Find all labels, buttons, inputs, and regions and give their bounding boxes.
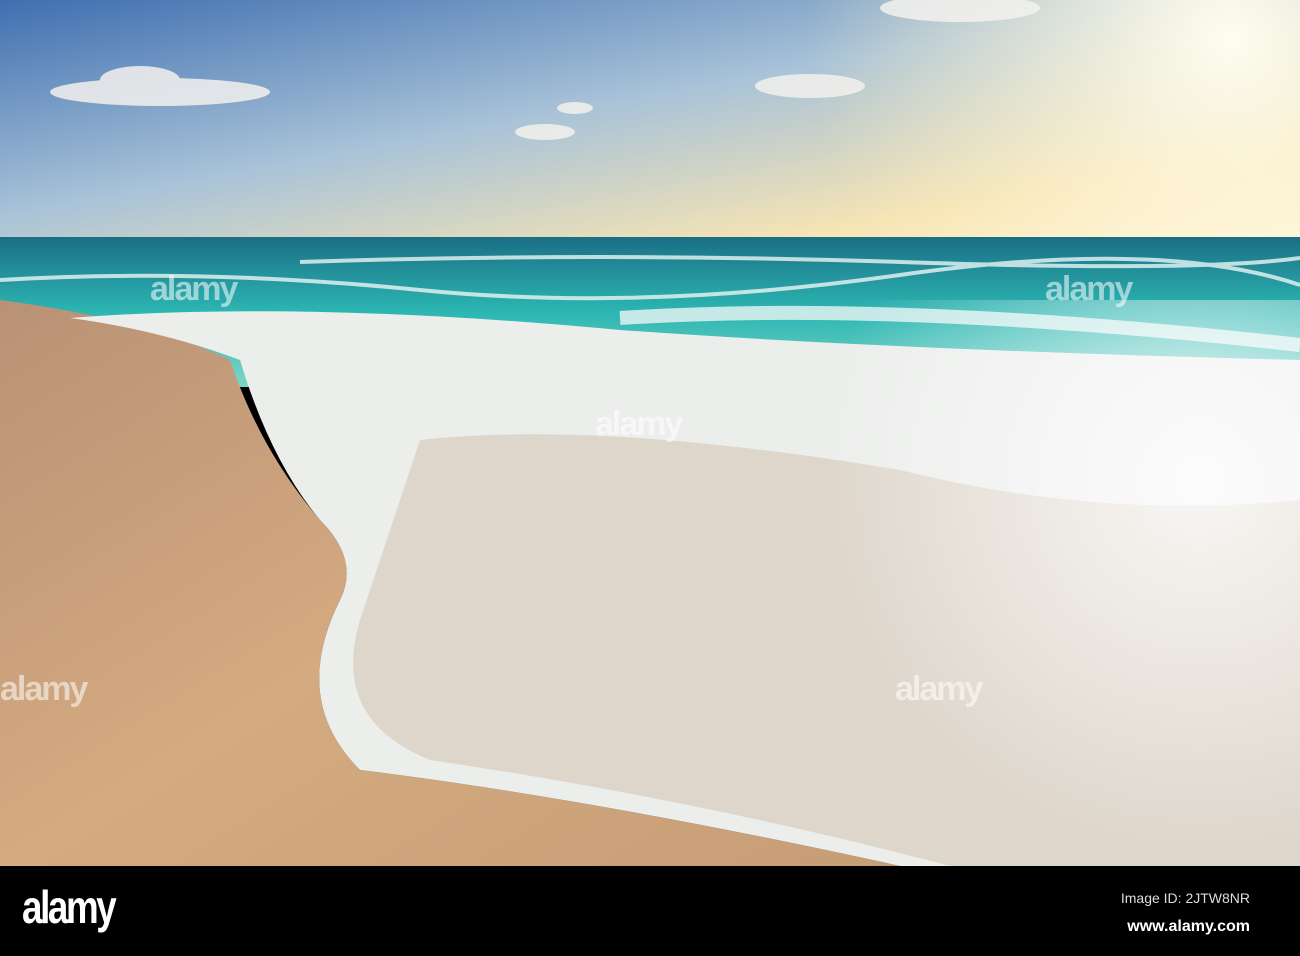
alamy-logo: alamy: [22, 881, 117, 933]
watermark-logo-right: alamy: [1045, 270, 1133, 308]
site-url: www.alamy.com: [1127, 918, 1250, 935]
watermark-logo-bottom-left: alamy: [0, 670, 88, 708]
watermark-logo-bottom-right: alamy: [895, 670, 983, 708]
image-id: Image ID: 2JTW8NR: [1120, 890, 1250, 906]
watermark-logo-center: alamy: [595, 405, 683, 443]
watermark-bar: alamy Image ID: 2JTW8NR www.alamy.com: [0, 866, 1300, 956]
watermark-logo-left: alamy: [150, 270, 238, 308]
